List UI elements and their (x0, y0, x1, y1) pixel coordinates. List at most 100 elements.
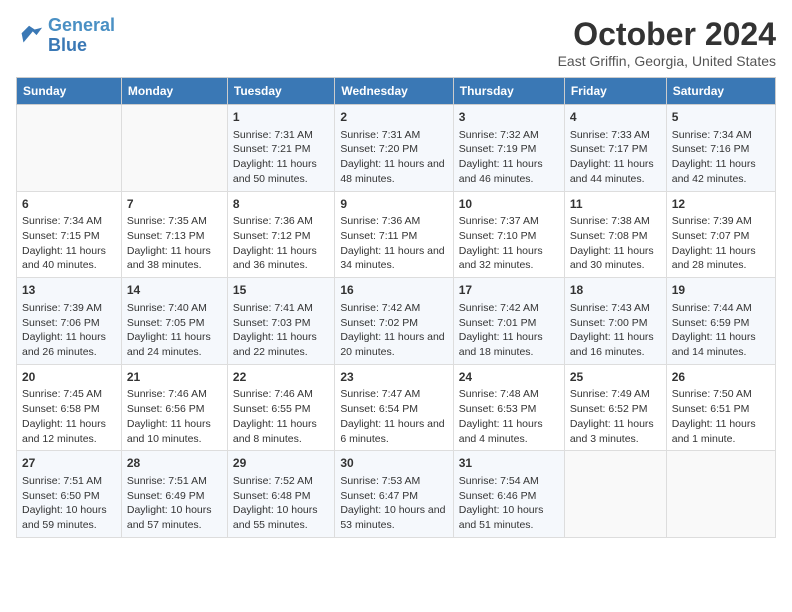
sunset-text: Sunset: 7:00 PM (570, 316, 661, 331)
calendar-cell: 25Sunrise: 7:49 AMSunset: 6:52 PMDayligh… (564, 364, 666, 451)
calendar-header-row: SundayMondayTuesdayWednesdayThursdayFrid… (17, 78, 776, 105)
sunrise-text: Sunrise: 7:45 AM (22, 387, 116, 402)
page-subtitle: East Griffin, Georgia, United States (558, 53, 776, 69)
calendar-cell: 26Sunrise: 7:50 AMSunset: 6:51 PMDayligh… (666, 364, 775, 451)
calendar-cell: 2Sunrise: 7:31 AMSunset: 7:20 PMDaylight… (335, 105, 453, 192)
calendar-cell: 29Sunrise: 7:52 AMSunset: 6:48 PMDayligh… (227, 451, 334, 538)
calendar-week-row: 13Sunrise: 7:39 AMSunset: 7:06 PMDayligh… (17, 278, 776, 365)
sunrise-text: Sunrise: 7:39 AM (22, 301, 116, 316)
logo: General Blue (16, 16, 115, 56)
sunrise-text: Sunrise: 7:44 AM (672, 301, 770, 316)
day-number: 29 (233, 455, 329, 472)
daylight-text: Daylight: 11 hours and 28 minutes. (672, 244, 770, 273)
daylight-text: Daylight: 11 hours and 8 minutes. (233, 417, 329, 446)
sunset-text: Sunset: 7:08 PM (570, 229, 661, 244)
sunrise-text: Sunrise: 7:42 AM (459, 301, 559, 316)
sunset-text: Sunset: 6:46 PM (459, 489, 559, 504)
sunrise-text: Sunrise: 7:31 AM (340, 128, 447, 143)
calendar-cell: 8Sunrise: 7:36 AMSunset: 7:12 PMDaylight… (227, 191, 334, 278)
daylight-text: Daylight: 11 hours and 46 minutes. (459, 157, 559, 186)
sunset-text: Sunset: 6:58 PM (22, 402, 116, 417)
sunset-text: Sunset: 7:16 PM (672, 142, 770, 157)
sunrise-text: Sunrise: 7:49 AM (570, 387, 661, 402)
calendar-cell: 15Sunrise: 7:41 AMSunset: 7:03 PMDayligh… (227, 278, 334, 365)
daylight-text: Daylight: 11 hours and 18 minutes. (459, 330, 559, 359)
sunrise-text: Sunrise: 7:43 AM (570, 301, 661, 316)
day-number: 11 (570, 196, 661, 213)
calendar-cell: 9Sunrise: 7:36 AMSunset: 7:11 PMDaylight… (335, 191, 453, 278)
day-number: 12 (672, 196, 770, 213)
calendar-cell: 4Sunrise: 7:33 AMSunset: 7:17 PMDaylight… (564, 105, 666, 192)
calendar-week-row: 6Sunrise: 7:34 AMSunset: 7:15 PM Daylight… (17, 191, 776, 278)
calendar-header-friday: Friday (564, 78, 666, 105)
sunset-text: Sunset: 7:20 PM (340, 142, 447, 157)
calendar-cell: 28 Sunrise: 7:51 AMSunset: 6:49 PMDayligh… (121, 451, 227, 538)
calendar-header-monday: Monday (121, 78, 227, 105)
sunrise-text: Sunrise: 7:36 AM (340, 214, 447, 229)
sunset-text: Sunset: 7:01 PM (459, 316, 559, 331)
calendar-cell: 23Sunrise: 7:47 AMSunset: 6:54 PMDayligh… (335, 364, 453, 451)
sunset-text: Sunset: 7:03 PM (233, 316, 329, 331)
sunset-text: Sunset: 7:11 PM (340, 229, 447, 244)
sunrise-text: Sunrise: 7:50 AM (672, 387, 770, 402)
daylight-text: Daylight: 11 hours and 12 minutes. (22, 417, 116, 446)
daylight-text: Daylight: 10 hours and 57 minutes. (127, 503, 222, 532)
day-number: 22 (233, 369, 329, 386)
sunrise-text: Sunrise: 7:32 AM (459, 128, 559, 143)
sunrise-text: Sunrise: 7:51 AM (127, 474, 222, 489)
daylight-text: Daylight: 11 hours and 10 minutes. (127, 417, 222, 446)
sunset-text: Sunset: 7:07 PM (672, 229, 770, 244)
calendar-cell: 11Sunrise: 7:38 AMSunset: 7:08 PMDayligh… (564, 191, 666, 278)
calendar-cell (666, 451, 775, 538)
sunset-text: Sunset: 6:49 PM (127, 489, 222, 504)
calendar-header-wednesday: Wednesday (335, 78, 453, 105)
daylight-text: Daylight: 11 hours and 20 minutes. (340, 330, 447, 359)
daylight-text: Daylight: 11 hours and 42 minutes. (672, 157, 770, 186)
daylight-text: Daylight: 11 hours and 30 minutes. (570, 244, 661, 273)
calendar-header-thursday: Thursday (453, 78, 564, 105)
day-number: 21 (127, 369, 222, 386)
calendar-cell: 6Sunrise: 7:34 AMSunset: 7:15 PMDaylight… (17, 191, 122, 278)
sunrise-text: Sunrise: 7:48 AM (459, 387, 559, 402)
daylight-text: Daylight: 11 hours and 6 minutes. (340, 417, 447, 446)
calendar-body: 1Sunrise: 7:31 AMSunset: 7:21 PMDaylight… (17, 105, 776, 538)
sunrise-text: Sunrise: 7:54 AM (459, 474, 559, 489)
sunset-text: Sunset: 7:15 PM (22, 229, 116, 244)
day-number: 17 (459, 282, 559, 299)
day-number: 19 (672, 282, 770, 299)
logo-text: General Blue (48, 16, 115, 56)
calendar-cell: 16Sunrise: 7:42 AMSunset: 7:02 PMDayligh… (335, 278, 453, 365)
calendar-table: SundayMondayTuesdayWednesdayThursdayFrid… (16, 77, 776, 538)
daylight-text: Daylight: 11 hours and 16 minutes. (570, 330, 661, 359)
page-title: October 2024 (558, 16, 776, 53)
sunrise-text: Sunrise: 7:31 AM (233, 128, 329, 143)
sunset-text: Sunset: 6:52 PM (570, 402, 661, 417)
day-number: 28 (127, 455, 222, 472)
daylight-text: Daylight: 11 hours and 36 minutes. (233, 244, 329, 273)
sunset-text: Sunset: 7:10 PM (459, 229, 559, 244)
calendar-cell: 20Sunrise: 7:45 AMSunset: 6:58 PMDayligh… (17, 364, 122, 451)
calendar-cell: 3Sunrise: 7:32 AMSunset: 7:19 PMDaylight… (453, 105, 564, 192)
sunrise-text: Sunrise: 7:51 AM (22, 474, 116, 489)
calendar-cell: 5Sunrise: 7:34 AMSunset: 7:16 PMDaylight… (666, 105, 775, 192)
calendar-cell: 14Sunrise: 7:40 AMSunset: 7:05 PMDayligh… (121, 278, 227, 365)
daylight-text: Daylight: 11 hours and 38 minutes. (127, 244, 222, 273)
calendar-cell: 21Sunrise: 7:46 AMSunset: 6:56 PMDayligh… (121, 364, 227, 451)
sunset-text: Sunset: 6:50 PM (22, 489, 116, 504)
day-number: 6 (22, 196, 116, 213)
day-number: 3 (459, 109, 559, 126)
sunset-text: Sunset: 6:56 PM (127, 402, 222, 417)
day-number: 25 (570, 369, 661, 386)
sunset-text: Sunset: 7:02 PM (340, 316, 447, 331)
daylight-text: Daylight: 11 hours and 48 minutes. (340, 157, 447, 186)
calendar-header-sunday: Sunday (17, 78, 122, 105)
daylight-text: Daylight: 10 hours and 59 minutes. (22, 503, 116, 532)
daylight-text: Daylight: 11 hours and 24 minutes. (127, 330, 222, 359)
daylight-text: Daylight: 11 hours and 4 minutes. (459, 417, 559, 446)
sunrise-text: Sunrise: 7:34 AM (22, 214, 116, 229)
sunset-text: Sunset: 7:13 PM (127, 229, 222, 244)
day-number: 30 (340, 455, 447, 472)
sunrise-text: Sunrise: 7:33 AM (570, 128, 661, 143)
calendar-cell (564, 451, 666, 538)
sunset-text: Sunset: 7:17 PM (570, 142, 661, 157)
